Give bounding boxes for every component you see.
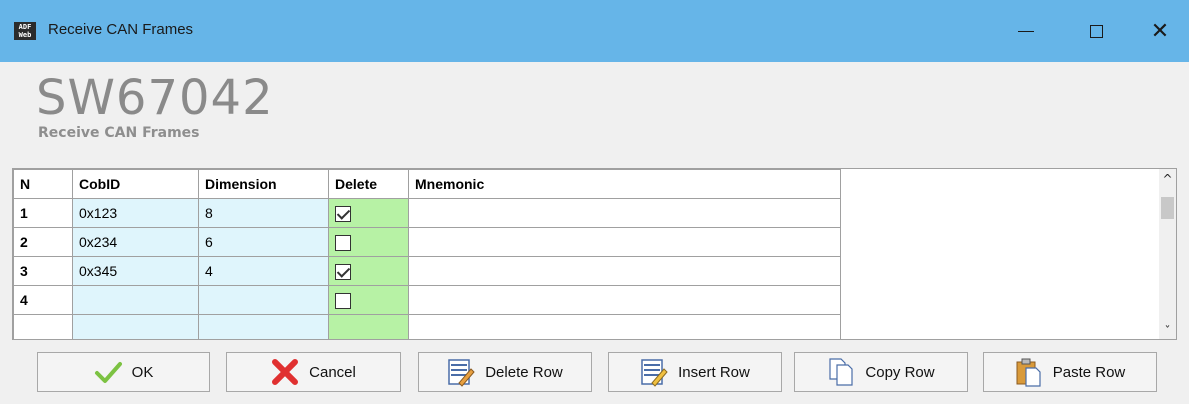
- insert-row-button-label: Insert Row: [678, 363, 750, 381]
- copy-icon: [827, 357, 855, 387]
- delete-cell: [328, 256, 409, 286]
- cobid-cell[interactable]: [72, 314, 199, 339]
- paste-row-button-label: Paste Row: [1052, 363, 1126, 381]
- insert-row-icon: [640, 357, 668, 387]
- row-number-cell: 1: [13, 198, 73, 228]
- checkmark-icon: [94, 357, 122, 387]
- delete-checkbox[interactable]: [335, 234, 351, 251]
- delete-checkbox[interactable]: [335, 205, 351, 222]
- column-header-mnemonic: Mnemonic: [408, 169, 841, 199]
- delete-cell: [328, 227, 409, 257]
- table-header-row: N CobID Dimension Delete Mnemonic: [13, 169, 841, 199]
- column-header-delete: Delete: [328, 169, 409, 199]
- page-subtitle: Receive CAN Frames: [38, 125, 200, 141]
- table-row: 4: [13, 285, 841, 315]
- copy-row-button-label: Copy Row: [865, 363, 935, 381]
- mnemonic-cell[interactable]: [408, 198, 841, 228]
- ok-button[interactable]: OK: [37, 352, 210, 392]
- close-button[interactable]: ✕: [1130, 0, 1189, 62]
- column-header-dimension: Dimension: [198, 169, 329, 199]
- maximize-icon: [1089, 24, 1103, 38]
- delete-checkbox[interactable]: [335, 292, 351, 309]
- scroll-up-icon[interactable]: ^: [1159, 171, 1176, 187]
- scroll-down-icon[interactable]: ˇ: [1159, 323, 1176, 339]
- mnemonic-cell[interactable]: [408, 285, 841, 315]
- delete-row-icon: [447, 357, 475, 387]
- dimension-cell[interactable]: [198, 285, 329, 315]
- column-header-cobid: CobID: [72, 169, 199, 199]
- window-title: Receive CAN Frames: [48, 21, 194, 38]
- delete-row-button-label: Delete Row: [485, 363, 563, 381]
- dimension-cell[interactable]: 4: [198, 256, 329, 286]
- dimension-cell[interactable]: 6: [198, 227, 329, 257]
- row-number-cell: 4: [13, 285, 73, 315]
- row-number-cell: 3: [13, 256, 73, 286]
- delete-cell: [328, 198, 409, 228]
- scroll-thumb[interactable]: [1161, 197, 1174, 219]
- cobid-cell[interactable]: 0x123: [72, 198, 199, 228]
- table-row: 1 0x123 8: [13, 198, 841, 228]
- mnemonic-cell[interactable]: [408, 227, 841, 257]
- ok-button-label: OK: [131, 363, 154, 381]
- paste-row-button[interactable]: Paste Row: [983, 352, 1157, 392]
- dimension-cell[interactable]: [198, 314, 329, 339]
- dimension-cell[interactable]: 8: [198, 198, 329, 228]
- column-header-n: N: [13, 169, 73, 199]
- frames-table: N CobID Dimension Delete Mnemonic 1 0x12…: [13, 169, 841, 339]
- delete-cell: [328, 314, 409, 339]
- app-icon-text-bottom: Web: [18, 31, 32, 39]
- row-number-cell: 2: [13, 227, 73, 257]
- maximize-button[interactable]: [1066, 0, 1126, 62]
- cobid-cell[interactable]: 0x234: [72, 227, 199, 257]
- copy-row-button[interactable]: Copy Row: [794, 352, 968, 392]
- table-row: [13, 314, 841, 339]
- page-header: SW67042 Receive CAN Frames: [0, 62, 1189, 168]
- table-row: 3 0x345 4: [13, 256, 841, 286]
- frames-grid[interactable]: N CobID Dimension Delete Mnemonic 1 0x12…: [12, 168, 1177, 340]
- mnemonic-cell[interactable]: [408, 314, 841, 339]
- minimize-icon: [1018, 30, 1034, 32]
- product-code: SW67042: [36, 70, 274, 126]
- cobid-cell[interactable]: 0x345: [72, 256, 199, 286]
- cancel-button-label: Cancel: [309, 363, 356, 381]
- mnemonic-cell[interactable]: [408, 256, 841, 286]
- delete-checkbox[interactable]: [335, 263, 351, 280]
- vertical-scrollbar[interactable]: ^ ˇ: [1159, 169, 1176, 339]
- app-icon: ADF Web: [14, 22, 36, 40]
- minimize-button[interactable]: [996, 0, 1056, 62]
- delete-row-button[interactable]: Delete Row: [418, 352, 592, 392]
- title-bar: ADF Web Receive CAN Frames ✕: [0, 0, 1189, 62]
- cobid-cell[interactable]: [72, 285, 199, 315]
- table-row: 2 0x234 6: [13, 227, 841, 257]
- close-icon: ✕: [1150, 18, 1170, 44]
- paste-icon: [1015, 357, 1043, 387]
- app-icon-text-top: ADF: [18, 23, 32, 31]
- cancel-button[interactable]: Cancel: [226, 352, 401, 392]
- delete-cell: [328, 285, 409, 315]
- insert-row-button[interactable]: Insert Row: [608, 352, 782, 392]
- red-x-icon: [271, 357, 299, 387]
- row-number-cell: [13, 314, 73, 339]
